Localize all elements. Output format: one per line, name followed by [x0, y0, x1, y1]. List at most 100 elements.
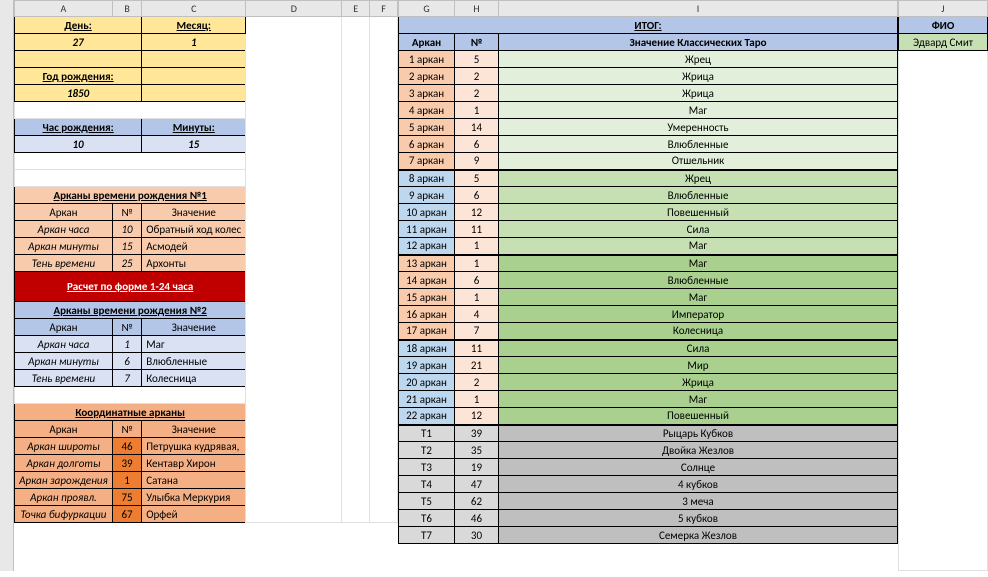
row-arcan-meaning[interactable]: Жрец: [499, 170, 898, 187]
row-arcan-meaning[interactable]: Умеренность: [499, 119, 898, 136]
trow-num[interactable]: 47: [455, 476, 499, 493]
row-arcan-num[interactable]: 11: [455, 221, 499, 238]
col-hdr-G[interactable]: G: [399, 1, 455, 17]
day-value[interactable]: 27: [15, 34, 142, 51]
cell-blank-y3[interactable]: [142, 68, 246, 85]
c-r1-meaning[interactable]: Кентавр Хирон: [142, 455, 246, 472]
row-arcan-meaning[interactable]: Маг: [499, 102, 898, 119]
row-arcan-num[interactable]: 2: [455, 85, 499, 102]
row-arcan-meaning[interactable]: Сила: [499, 221, 898, 238]
row-arcan-meaning[interactable]: Влюбленные: [499, 136, 898, 153]
row-arcan-num[interactable]: 11: [455, 340, 499, 357]
row-arcan-num[interactable]: 1: [455, 255, 499, 272]
b1-r0-meaning[interactable]: Обратный ход колес: [142, 221, 246, 238]
trow-meaning[interactable]: Семерка Жезлов: [499, 527, 898, 544]
b1-r1-meaning[interactable]: Асмодей: [142, 238, 246, 255]
trow-meaning[interactable]: Двойка Жезлов: [499, 442, 898, 459]
trow-meaning[interactable]: 4 кубков: [499, 476, 898, 493]
row-arcan-num[interactable]: 21: [455, 357, 499, 374]
col-hdr-C[interactable]: C: [142, 1, 246, 17]
row-arcan-num[interactable]: 2: [455, 68, 499, 85]
col-hdr-J[interactable]: J: [899, 1, 988, 17]
b2-r1-num[interactable]: 6: [112, 353, 141, 370]
row-arcan-num[interactable]: 1: [455, 289, 499, 306]
cell-blank-y2[interactable]: [142, 51, 246, 68]
row-arcan-num[interactable]: 4: [455, 306, 499, 323]
row-arcan-meaning[interactable]: Повешенный: [499, 408, 898, 425]
redbar-link[interactable]: Расчет по форме 1-24 часа: [15, 272, 246, 302]
hour-value[interactable]: 10: [15, 136, 142, 153]
row-arcan-num[interactable]: 6: [455, 272, 499, 289]
c-r3-num[interactable]: 75: [112, 489, 141, 506]
col-hdr-D[interactable]: D: [246, 1, 342, 17]
c-r2-num[interactable]: 1: [112, 472, 141, 489]
cell-blank-y1[interactable]: [15, 51, 142, 68]
b1-r2-num[interactable]: 25: [112, 255, 141, 272]
c-r3-meaning[interactable]: Улыбка Меркурия: [142, 489, 246, 506]
row-arcan-num[interactable]: 2: [455, 374, 499, 391]
c-r4-meaning[interactable]: Орфей: [142, 506, 246, 523]
row-arcan-meaning[interactable]: Маг: [499, 289, 898, 306]
row-arcan-meaning[interactable]: Жрец: [499, 51, 898, 68]
year-value[interactable]: 1850: [15, 85, 142, 102]
row-arcan-num[interactable]: 1: [455, 391, 499, 408]
month-value[interactable]: 1: [142, 34, 246, 51]
trow-num[interactable]: 39: [455, 425, 499, 442]
b2-r1-meaning[interactable]: Влюбленные: [142, 353, 246, 370]
c-r2-meaning[interactable]: Сатана: [142, 472, 246, 489]
row-arcan-num[interactable]: 5: [455, 170, 499, 187]
col-hdr-F[interactable]: F: [370, 1, 398, 17]
row-arcan-meaning[interactable]: Император: [499, 306, 898, 323]
trow-num[interactable]: 19: [455, 459, 499, 476]
cell-blank-y4[interactable]: [142, 85, 246, 102]
c-r0-num[interactable]: 46: [112, 438, 141, 455]
b2-r2-meaning[interactable]: Колесница: [142, 370, 246, 387]
col-hdr-A[interactable]: A: [15, 1, 113, 17]
b1-r1-num[interactable]: 15: [112, 238, 141, 255]
row-arcan-meaning[interactable]: Маг: [499, 238, 898, 255]
trow-meaning[interactable]: 3 меча: [499, 493, 898, 510]
b2-r2-num[interactable]: 7: [112, 370, 141, 387]
trow-num[interactable]: 46: [455, 510, 499, 527]
row-arcan-meaning[interactable]: Повешенный: [499, 204, 898, 221]
fio-value[interactable]: Эдвард Смит: [899, 34, 988, 51]
b1-r2-meaning[interactable]: Архонты: [142, 255, 246, 272]
b2-r0-num[interactable]: 1: [112, 336, 141, 353]
row-arcan-num[interactable]: 6: [455, 136, 499, 153]
row-arcan-num[interactable]: 6: [455, 187, 499, 204]
row-arcan-meaning[interactable]: Жрица: [499, 85, 898, 102]
row-arcan-meaning[interactable]: Маг: [499, 391, 898, 408]
row-arcan-meaning[interactable]: Влюбленные: [499, 187, 898, 204]
row-arcan-num[interactable]: 9: [455, 153, 499, 170]
row-arcan-meaning[interactable]: Влюбленные: [499, 272, 898, 289]
row-arcan-meaning[interactable]: Жрица: [499, 374, 898, 391]
row-arcan-num[interactable]: 7: [455, 323, 499, 340]
col-hdr-E[interactable]: E: [342, 1, 370, 17]
b1-r0-num[interactable]: 10: [112, 221, 141, 238]
row-arcan-meaning[interactable]: Сила: [499, 340, 898, 357]
row-arcan-meaning[interactable]: Отшельник: [499, 153, 898, 170]
minute-value[interactable]: 15: [142, 136, 246, 153]
trow-num[interactable]: 62: [455, 493, 499, 510]
trow-num[interactable]: 30: [455, 527, 499, 544]
col-hdr-B[interactable]: B: [112, 1, 141, 17]
row-arcan-num[interactable]: 1: [455, 102, 499, 119]
row-arcan-meaning[interactable]: Мир: [499, 357, 898, 374]
row-arcan-num[interactable]: 12: [455, 408, 499, 425]
trow-meaning[interactable]: Солнце: [499, 459, 898, 476]
row-arcan-num[interactable]: 5: [455, 51, 499, 68]
row-arcan-num[interactable]: 1: [455, 238, 499, 255]
col-hdr-H[interactable]: H: [455, 1, 499, 17]
b2-r0-meaning[interactable]: Маг: [142, 336, 246, 353]
c-r4-num[interactable]: 67: [112, 506, 141, 523]
row-arcan-meaning[interactable]: Жрица: [499, 68, 898, 85]
row-arcan-meaning[interactable]: Колесница: [499, 323, 898, 340]
row-arcan-num[interactable]: 12: [455, 204, 499, 221]
c-r0-meaning[interactable]: Петрушка кудрявая,: [142, 438, 246, 455]
c-r1-num[interactable]: 39: [112, 455, 141, 472]
row-arcan-num[interactable]: 14: [455, 119, 499, 136]
trow-meaning[interactable]: 5 кубков: [499, 510, 898, 527]
col-hdr-I[interactable]: I: [499, 1, 898, 17]
trow-meaning[interactable]: Рыцарь Кубков: [499, 425, 898, 442]
trow-num[interactable]: 35: [455, 442, 499, 459]
